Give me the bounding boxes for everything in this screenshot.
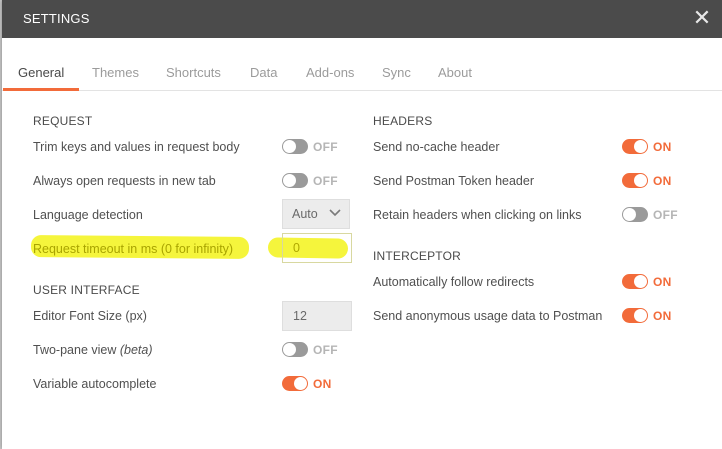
postman-token-state: ON (653, 174, 672, 188)
trim-keys-label: Trim keys and values in request body (33, 140, 240, 154)
close-icon[interactable]: ✕ (690, 7, 714, 31)
two-pane-label: Two-pane view (beta) (33, 343, 153, 357)
two-pane-toggle[interactable] (282, 342, 308, 357)
follow-redirects-label: Automatically follow redirects (373, 275, 535, 289)
dialog-title: SETTINGS (23, 11, 90, 26)
interceptor-section-title: INTERCEPTOR (373, 249, 461, 263)
open-new-tab-toggle[interactable] (282, 173, 308, 188)
request-section-title: REQUEST (33, 114, 93, 128)
anonymous-usage-label: Send anonymous usage data to Postman (373, 309, 603, 323)
settings-dialog: SETTINGS ✕ General Themes Shortcuts Data… (2, 0, 722, 449)
dialog-titlebar: SETTINGS ✕ (2, 0, 722, 38)
no-cache-state: ON (653, 140, 672, 154)
tab-add-ons[interactable]: Add-ons (306, 38, 354, 90)
no-cache-toggle[interactable] (622, 139, 648, 154)
two-pane-beta-tag: (beta) (119, 343, 153, 357)
timeout-label: Request timeout in ms (0 for infinity) (33, 242, 234, 256)
follow-redirects-toggle[interactable] (622, 274, 648, 289)
font-size-label: Editor Font Size (px) (33, 309, 147, 323)
postman-token-toggle[interactable] (622, 173, 648, 188)
retain-headers-toggle[interactable] (622, 207, 648, 222)
tab-shortcuts[interactable]: Shortcuts (166, 38, 221, 90)
trim-keys-state: OFF (313, 140, 338, 154)
open-new-tab-label: Always open requests in new tab (33, 174, 216, 188)
autocomplete-label: Variable autocomplete (33, 377, 157, 391)
font-size-input[interactable]: 12 (282, 301, 352, 331)
postman-token-label: Send Postman Token header (373, 174, 534, 188)
timeout-input[interactable]: 0 (282, 233, 352, 263)
tab-sync[interactable]: Sync (382, 38, 411, 90)
tab-general[interactable]: General (2, 38, 80, 91)
tab-themes[interactable]: Themes (92, 38, 139, 90)
retain-headers-label: Retain headers when clicking on links (373, 208, 582, 222)
two-pane-state: OFF (313, 343, 338, 357)
retain-headers-state: OFF (653, 208, 678, 222)
chevron-down-icon (329, 209, 341, 217)
autocomplete-state: ON (313, 377, 332, 391)
anonymous-usage-state: ON (653, 309, 672, 323)
follow-redirects-state: ON (653, 275, 672, 289)
settings-tabs: General Themes Shortcuts Data Add-ons Sy… (2, 38, 722, 91)
language-detection-value: Auto (292, 207, 318, 221)
language-detection-select[interactable]: Auto (282, 199, 350, 229)
trim-keys-toggle[interactable] (282, 139, 308, 154)
user-interface-section-title: USER INTERFACE (33, 283, 140, 297)
anonymous-usage-toggle[interactable] (622, 308, 648, 323)
tab-data[interactable]: Data (250, 38, 277, 90)
no-cache-label: Send no-cache header (373, 140, 500, 154)
open-new-tab-state: OFF (313, 174, 338, 188)
tab-about[interactable]: About (438, 38, 472, 90)
autocomplete-toggle[interactable] (282, 376, 308, 391)
language-detection-label: Language detection (33, 208, 143, 222)
headers-section-title: HEADERS (373, 114, 433, 128)
two-pane-label-text: Two-pane view (33, 343, 117, 357)
